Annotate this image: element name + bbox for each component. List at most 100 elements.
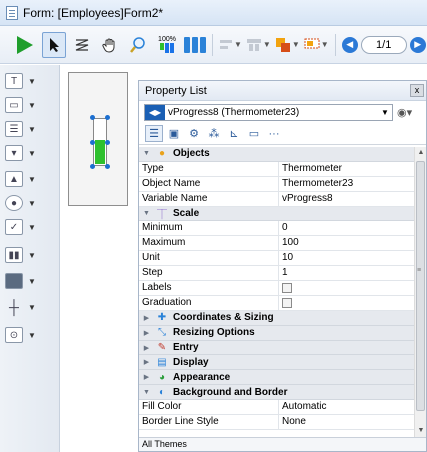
property-row[interactable]: Border Line Style None: [139, 415, 415, 430]
selection-handle[interactable]: [105, 140, 110, 145]
list-tool-dropdown-icon[interactable]: ▼: [28, 125, 36, 134]
collapse-triangle-icon[interactable]: ▼: [142, 150, 151, 157]
zoom-icon[interactable]: [126, 32, 150, 58]
eye-icon[interactable]: ◉▾: [397, 106, 412, 119]
property-value[interactable]: None: [279, 415, 415, 429]
list-tool[interactable]: ☰ ▼: [5, 119, 36, 139]
distribute-dropdown-icon[interactable]: ▼: [263, 40, 271, 49]
run-icon[interactable]: [10, 32, 38, 58]
previous-page-icon[interactable]: ◀: [341, 36, 358, 53]
combo-tool[interactable]: ▾ ▼: [5, 143, 36, 163]
expand-triangle-icon[interactable]: ▶: [142, 373, 151, 381]
section-header[interactable]: ▶ ▤ Display: [139, 355, 415, 371]
property-value[interactable]: 10: [279, 251, 415, 265]
property-checkbox[interactable]: [282, 297, 292, 308]
save-icon[interactable]: ▣: [165, 125, 183, 142]
property-value[interactable]: Thermometer23: [279, 177, 415, 191]
tab-order-icon[interactable]: [70, 32, 94, 58]
form-design-area[interactable]: [61, 65, 136, 452]
chart-tab-icon[interactable]: ⊾: [225, 125, 243, 142]
arrange-dropdown-icon[interactable]: ▼: [292, 40, 300, 49]
gear-icon[interactable]: ⚙: [185, 125, 203, 142]
property-value[interactable]: 1: [279, 266, 415, 280]
section-header[interactable]: ▶ ◕ Appearance: [139, 370, 415, 386]
object-navigate-icon[interactable]: ◀▶: [145, 104, 165, 120]
next-page-icon[interactable]: ▶: [409, 36, 426, 53]
text-tool-dropdown-icon[interactable]: ▼: [28, 77, 36, 86]
rectangle-tool-dropdown-icon[interactable]: ▼: [28, 277, 36, 286]
input-tool-dropdown-icon[interactable]: ▼: [28, 101, 36, 110]
scroll-down-icon[interactable]: ▼: [415, 425, 427, 437]
rectangle-tool[interactable]: ▼: [5, 271, 36, 291]
selection-handle[interactable]: [90, 164, 95, 169]
list-view-icon[interactable]: ☰: [145, 125, 163, 142]
button-tool-dropdown-icon[interactable]: ▼: [28, 175, 36, 184]
gauge-icon[interactable]: 100%: [154, 32, 180, 58]
property-row[interactable]: Fill Color Automatic: [139, 400, 415, 416]
selection-handle[interactable]: [105, 164, 110, 169]
property-value[interactable]: vProgress8: [279, 192, 415, 206]
collapse-triangle-icon[interactable]: ▼: [142, 210, 151, 217]
line-tool[interactable]: ┼ ▼: [5, 297, 36, 317]
color-icon[interactable]: ▼: [304, 32, 329, 58]
checkbox-tool[interactable]: ✓ ▼: [5, 217, 36, 237]
selection-handle[interactable]: [90, 140, 95, 145]
property-row[interactable]: Minimum 0: [139, 221, 415, 237]
text-tool[interactable]: T ▼: [5, 71, 36, 91]
property-row[interactable]: Maximum 100: [139, 236, 415, 252]
expand-triangle-icon[interactable]: ▶: [142, 329, 151, 337]
collapse-triangle-icon[interactable]: ▼: [142, 389, 151, 396]
radio-tool[interactable]: ● ▼: [5, 193, 36, 213]
section-header[interactable]: ▶ ✚ Coordinates & Sizing: [139, 310, 415, 326]
object-selector[interactable]: ◀▶ vProgress8 (Thermometer23) ▼: [144, 103, 393, 121]
scrollbar-thumb[interactable]: [416, 161, 425, 411]
bars-icon[interactable]: [184, 32, 206, 58]
property-value[interactable]: 100: [279, 236, 415, 250]
property-row[interactable]: Graduation: [139, 295, 415, 311]
property-row[interactable]: Object Name Thermometer23: [139, 176, 415, 192]
align-icon[interactable]: ▼: [219, 32, 242, 58]
objects-tab-icon[interactable]: ⁂: [205, 125, 223, 142]
line-tool-dropdown-icon[interactable]: ▼: [28, 303, 36, 312]
section-header[interactable]: ▼ ◐ Background and Border: [139, 385, 415, 401]
plugin-tool-dropdown-icon[interactable]: ▼: [28, 331, 36, 340]
button-tool[interactable]: ▲ ▼: [5, 169, 36, 189]
close-icon[interactable]: x: [410, 84, 424, 97]
monitor-tab-icon[interactable]: ▭: [245, 125, 263, 142]
input-tool[interactable]: ▭ ▼: [5, 95, 36, 115]
page-indicator[interactable]: 1/1: [360, 35, 407, 54]
expand-triangle-icon[interactable]: ▶: [142, 358, 151, 366]
combo-tool-dropdown-icon[interactable]: ▼: [28, 149, 36, 158]
property-row[interactable]: Labels: [139, 281, 415, 296]
property-value[interactable]: Automatic: [279, 400, 415, 414]
section-header[interactable]: ▼ ⏉ Scale: [139, 206, 415, 222]
scroll-up-icon[interactable]: ▲: [415, 147, 427, 159]
more-icon[interactable]: ···: [265, 125, 283, 142]
align-dropdown-icon[interactable]: ▼: [234, 40, 242, 49]
progress-tool-dropdown-icon[interactable]: ▼: [28, 251, 36, 260]
vertical-scrollbar[interactable]: ▲ ≡ ▼: [414, 147, 426, 437]
progress-tool[interactable]: ▮▮ ▼: [5, 245, 36, 265]
property-row[interactable]: Step 1: [139, 266, 415, 282]
property-value[interactable]: Thermometer: [279, 162, 415, 176]
property-row[interactable]: Unit 10: [139, 251, 415, 267]
radio-tool-dropdown-icon[interactable]: ▼: [28, 199, 36, 208]
property-value[interactable]: 0: [279, 221, 415, 235]
arrow-icon[interactable]: [42, 31, 66, 58]
form-page[interactable]: [68, 72, 128, 206]
property-row[interactable]: Variable Name vProgress8: [139, 191, 415, 207]
selection-handle[interactable]: [105, 115, 110, 120]
expand-triangle-icon[interactable]: ▶: [142, 314, 151, 322]
hand-icon[interactable]: [98, 32, 122, 58]
property-checkbox[interactable]: [282, 283, 292, 294]
section-header[interactable]: ▼ ● Objects: [139, 147, 415, 162]
section-header[interactable]: ▶ ⤡ Resizing Options: [139, 325, 415, 341]
property-row[interactable]: Type Thermometer: [139, 161, 415, 177]
distribute-icon[interactable]: ▼: [246, 32, 271, 58]
section-header[interactable]: ▶ ✎ Entry: [139, 340, 415, 356]
checkbox-tool-dropdown-icon[interactable]: ▼: [28, 223, 36, 232]
chevron-down-icon[interactable]: ▼: [378, 108, 392, 117]
selection-handle[interactable]: [90, 115, 95, 120]
plugin-tool[interactable]: ⊙ ▼: [5, 325, 36, 345]
arrange-icon[interactable]: ▼: [275, 32, 300, 58]
